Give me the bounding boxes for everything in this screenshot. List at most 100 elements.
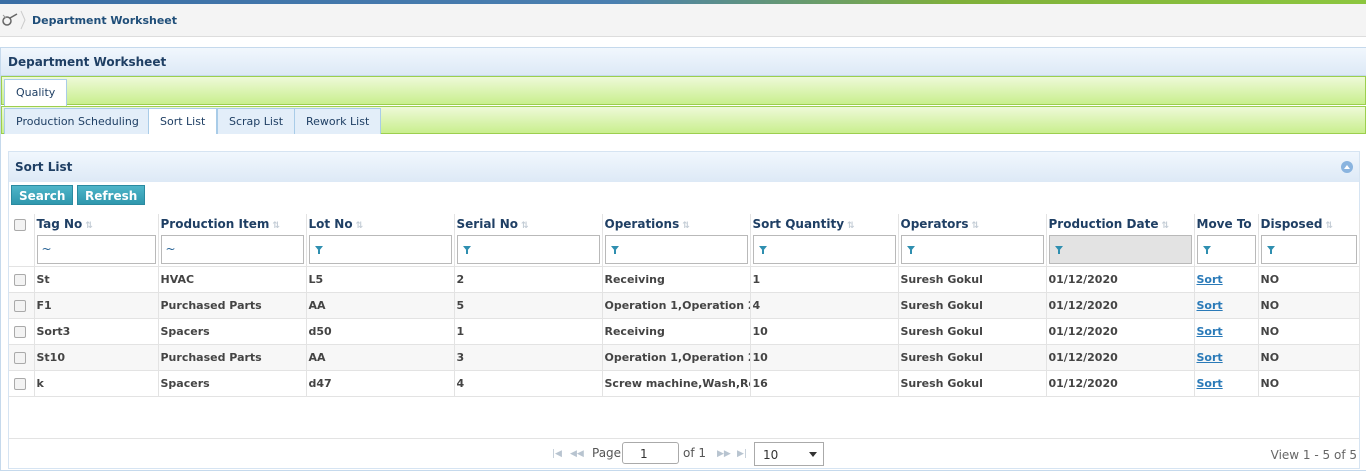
cell-production-date: 01/12/2020	[1046, 370, 1195, 397]
page-input[interactable]: 1	[622, 442, 679, 464]
column-header-disposed[interactable]: Disposed ⇅	[1258, 214, 1360, 234]
page-size-select[interactable]: 10	[754, 442, 824, 466]
prev-page-icon[interactable]: ◀◀	[570, 449, 584, 459]
column-header-operators[interactable]: Operators ⇅	[898, 214, 1047, 234]
select-all-header[interactable]	[9, 214, 35, 234]
cell-disposed: NO	[1258, 344, 1360, 371]
cell-sort-quantity: 10	[750, 318, 899, 345]
filter-sort-quantity[interactable]	[752, 235, 896, 265]
move-to-link[interactable]: Sort	[1197, 351, 1223, 364]
filter-production-date[interactable]	[1048, 235, 1192, 265]
collapse-icon[interactable]	[1341, 161, 1353, 173]
filter-tag-no[interactable]: ~	[36, 235, 156, 265]
tab-production-scheduling[interactable]: Production Scheduling	[4, 108, 151, 134]
filter-move-to[interactable]	[1196, 235, 1256, 265]
table-row[interactable]: St HVAC L5 2 Receiving 1 Suresh Gokul 01/12/202…	[9, 266, 1360, 293]
move-to-link[interactable]: Sort	[1197, 273, 1223, 286]
row-checkbox[interactable]	[14, 273, 26, 286]
tab-quality[interactable]: Quality	[4, 79, 68, 106]
tab-bar-secondary: Production Scheduling Sort List Scrap Li…	[1, 106, 1366, 134]
cell-tag-no: Sort3	[34, 318, 159, 345]
filter-funnel-icon	[610, 246, 619, 255]
sort-icon: ⇅	[1161, 221, 1169, 231]
table-row[interactable]: kSpacersd474Screw machine,Wash,Rece16Sur…	[9, 370, 1360, 397]
row-checkbox[interactable]	[14, 299, 26, 312]
cell-lot-no: AA	[306, 344, 455, 371]
move-to-link[interactable]: Sort	[1197, 377, 1223, 390]
column-header-sort-quantity[interactable]: Sort Quantity ⇅	[750, 214, 899, 234]
move-to-link[interactable]: Sort	[1197, 299, 1223, 312]
department-worksheet-panel: Department Worksheet Quality Production …	[0, 47, 1366, 471]
cell-operators: Suresh Gokul	[898, 318, 1047, 345]
cell-production-date: 01/12/2020	[1046, 292, 1195, 319]
last-page-icon[interactable]: ▶|	[737, 449, 747, 459]
sort-icon: ⇅	[272, 221, 280, 231]
chevron-down-icon	[809, 452, 817, 457]
column-header-serial-no[interactable]: Serial No ⇅	[454, 214, 603, 234]
sort-icon: ⇅	[85, 221, 93, 231]
page-size-value: 10	[763, 448, 779, 462]
cell-disposed: NO	[1258, 318, 1360, 345]
select-all-checkbox[interactable]	[14, 218, 26, 231]
cell-production-date: 01/12/2020	[1046, 344, 1195, 371]
filter-funnel-icon	[462, 246, 471, 255]
row-checkbox[interactable]	[14, 351, 26, 364]
next-page-icon[interactable]: ▶▶	[717, 449, 731, 459]
cell-operations: Operation 1,Operation 2	[602, 292, 751, 319]
tab-rework-list[interactable]: Rework List	[294, 108, 382, 134]
cell-serial-no: 5	[454, 292, 603, 319]
column-header-tag-no[interactable]: Tag No ⇅	[34, 214, 159, 234]
column-header-production-item[interactable]: Production Item ⇅	[158, 214, 307, 234]
column-header-lot-no[interactable]: Lot No ⇅	[306, 214, 455, 234]
tab-sort-list[interactable]: Sort List	[148, 108, 218, 134]
cell-production-item: Purchased Parts	[158, 292, 307, 319]
grid-caption: Sort List	[9, 152, 1359, 182]
grid-title: Sort List	[15, 160, 73, 174]
refresh-button[interactable]: Refresh	[76, 185, 146, 205]
cell-lot-no: L5	[306, 266, 455, 293]
table-row[interactable]: St10 Purchased Parts AA 3 Operation 1,Operat…	[9, 344, 1360, 371]
sort-icon: ⇅	[1325, 221, 1333, 231]
cell-sort-quantity: 16	[750, 370, 899, 397]
filter-operations[interactable]	[604, 235, 748, 265]
filter-disposed[interactable]	[1260, 235, 1357, 265]
cell-move-to: Sort	[1194, 292, 1259, 319]
first-page-icon[interactable]: |◀	[552, 449, 562, 459]
table-row[interactable]: F1 Purchased Parts AA 5 Operation 1,Operatio…	[9, 292, 1360, 319]
grid-toolbar: Search Refresh	[11, 185, 146, 205]
filter-funnel-icon	[314, 246, 323, 255]
cell-move-to: Sort	[1194, 318, 1259, 345]
column-header-production-date[interactable]: Production Date ⇅	[1046, 214, 1195, 234]
cell-serial-no: 3	[454, 344, 603, 371]
column-header-move-to[interactable]: Move To	[1194, 214, 1259, 234]
cell-operators: Suresh Gokul	[898, 370, 1047, 397]
breadcrumb: Department Worksheet	[0, 4, 1366, 37]
move-to-link[interactable]: Sort	[1197, 325, 1223, 338]
page-count: of 1	[683, 446, 707, 460]
column-header-operations[interactable]: Operations ⇅	[602, 214, 751, 234]
filter-lot-no[interactable]	[308, 235, 452, 265]
filter-operators[interactable]	[900, 235, 1044, 265]
tab-scrap-list[interactable]: Scrap List	[217, 108, 296, 134]
sort-list-table: Tag No ⇅ Production Item ⇅ Lot No ⇅ Serial …	[9, 214, 1360, 397]
cell-lot-no: d47	[306, 370, 455, 397]
search-button[interactable]: Search	[11, 185, 74, 205]
tab-bar-primary: Quality	[1, 76, 1366, 106]
cell-disposed: NO	[1258, 370, 1360, 397]
cell-move-to: Sort	[1194, 370, 1259, 397]
cell-disposed: NO	[1258, 292, 1360, 319]
row-checkbox[interactable]	[14, 325, 26, 338]
cell-tag-no: St	[34, 266, 159, 293]
cell-operations: Receiving	[602, 266, 751, 293]
cell-sort-quantity: 1	[750, 266, 899, 293]
breadcrumb-current[interactable]: Department Worksheet	[32, 14, 177, 27]
table-row[interactable]: Sort3 Spacers d50 1 Receiving 10 Suresh Gokul 0…	[9, 318, 1360, 345]
pager: |◀ ◀◀ Page 1 of 1 ▶▶ ▶| 10 View 1 - 5 of…	[9, 438, 1359, 468]
row-checkbox[interactable]	[14, 377, 26, 390]
filter-funnel-icon	[1266, 246, 1275, 255]
home-icon[interactable]	[1, 12, 19, 28]
filter-serial-no[interactable]	[456, 235, 600, 265]
row-select-cell	[9, 318, 35, 345]
filter-production-item[interactable]: ~	[160, 235, 304, 265]
filter-funnel-icon	[1054, 246, 1063, 255]
